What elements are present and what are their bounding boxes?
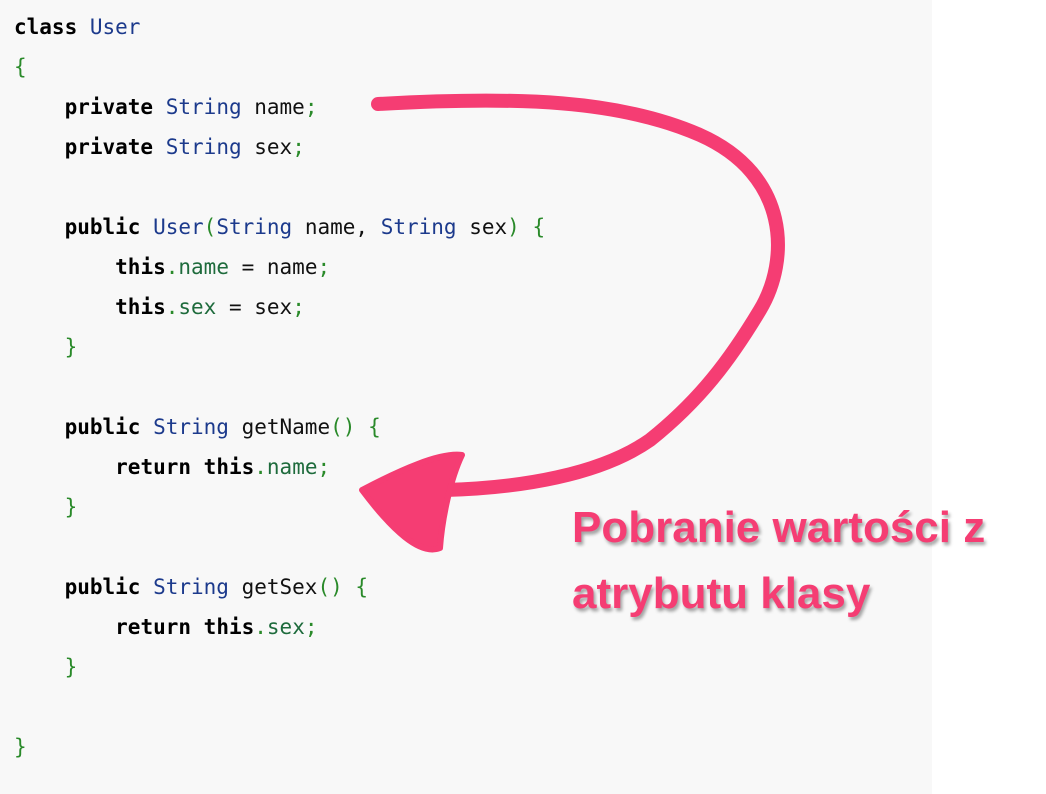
- annotation-arrow: [359, 93, 785, 553]
- annotation-text-line-2: atrybutu klasy: [572, 569, 871, 618]
- arrow-head: [359, 451, 465, 553]
- annotation-text-line-1: Pobranie wartości z: [572, 503, 986, 552]
- arrow-curve: [371, 93, 785, 497]
